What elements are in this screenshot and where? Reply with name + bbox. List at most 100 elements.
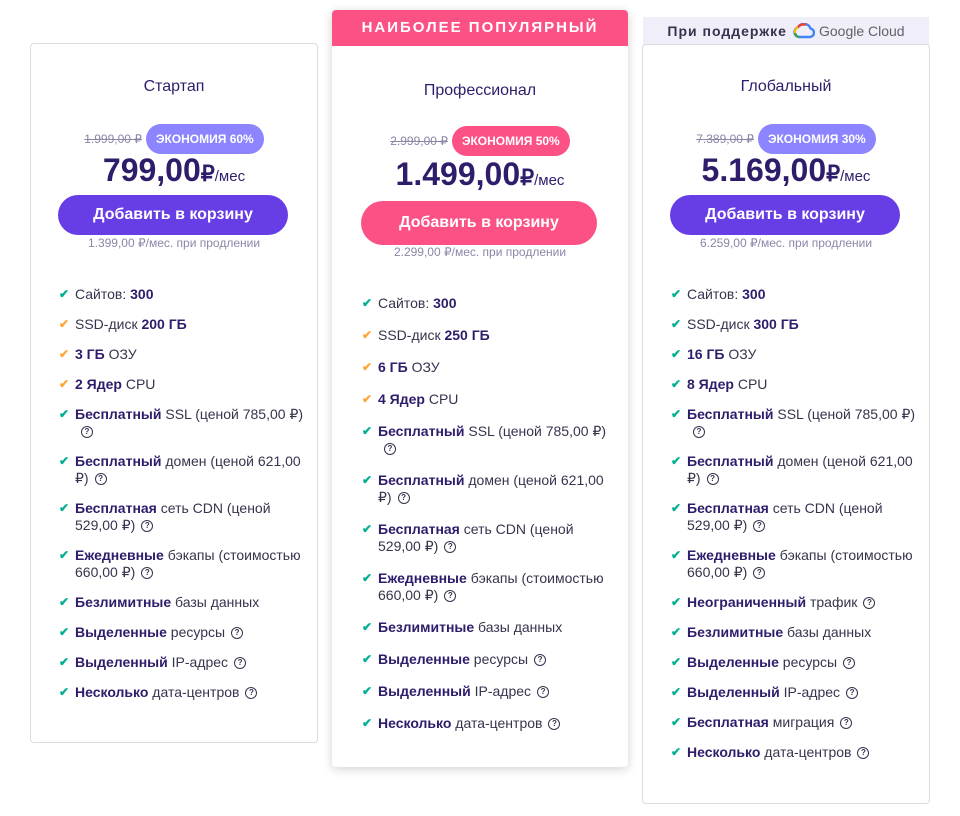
feature-item: ✔ Выделенный IP-адрес? xyxy=(362,683,612,700)
feature-text: базы данных xyxy=(171,594,260,610)
renewal-price: 2.299,00 ₽/мес. при продлении xyxy=(393,245,567,259)
check-icon: ✔ xyxy=(59,407,70,421)
feature-item: ✔ Безлимитные базы данных xyxy=(362,619,612,636)
feature-text: Сайтов: xyxy=(378,295,434,311)
plan-card-startup: Стартап 1.999,00 ₽ ЭКОНОМИЯ 60% 799,00₽/… xyxy=(30,43,318,743)
help-icon[interactable]: ? xyxy=(548,718,561,731)
check-icon: ✔ xyxy=(362,620,373,634)
check-icon: ✔ xyxy=(671,685,682,699)
feature-item: ✔ Бесплатный SSL (ценой 785,00 ₽)? xyxy=(59,406,304,440)
price: 5.169,00₽/мес xyxy=(643,152,929,189)
feature-item: ✔ Выделенный IP-адрес? xyxy=(671,684,916,701)
check-icon: ✔ xyxy=(59,287,70,301)
add-to-cart-button[interactable]: Добавить в корзину xyxy=(58,195,288,235)
help-icon[interactable]: ? xyxy=(863,597,876,610)
plan-card-professional: НАИБОЛЕЕ ПОПУЛЯРНЫЙ Профессионал 2.999,0… xyxy=(332,10,628,767)
check-icon: ✔ xyxy=(362,360,373,374)
feature-highlight: 300 xyxy=(742,286,766,302)
help-icon[interactable]: ? xyxy=(846,687,859,700)
feature-highlight: Выделенные xyxy=(687,654,779,670)
check-icon: ✔ xyxy=(671,655,682,669)
feature-text: трафик xyxy=(806,594,858,610)
feature-item: ✔ Сайтов: 300 xyxy=(671,286,916,303)
feature-item: ✔ Бесплатный домен (ценой 621,00 ₽)? xyxy=(362,472,612,506)
feature-text: IP-адрес xyxy=(779,684,841,700)
plan-name: Глобальный xyxy=(740,78,832,95)
discount-badge: ЭКОНОМИЯ 30% xyxy=(757,124,876,154)
feature-item: ✔ SSD-диск 250 ГБ xyxy=(362,327,612,344)
check-icon: ✔ xyxy=(671,625,682,639)
feature-text: CPU xyxy=(121,376,156,392)
renewal-price: 1.399,00 ₽/мес. при продлении xyxy=(87,236,261,250)
most-popular-banner: НАИБОЛЕЕ ПОПУЛЯРНЫЙ xyxy=(332,10,628,46)
help-icon[interactable]: ? xyxy=(234,657,247,670)
help-icon[interactable]: ? xyxy=(245,687,258,700)
old-price-row: 2.999,00 ₽ ЭКОНОМИЯ 50% xyxy=(332,126,628,156)
check-icon: ✔ xyxy=(671,745,682,759)
feature-text: дата-центров xyxy=(760,744,852,760)
feature-item: ✔ Несколько дата-центров? xyxy=(59,684,304,701)
help-icon[interactable]: ? xyxy=(753,567,766,580)
help-icon[interactable]: ? xyxy=(534,654,547,667)
help-icon[interactable]: ? xyxy=(444,541,457,554)
feature-highlight: Бесплатный xyxy=(75,453,162,469)
help-icon[interactable]: ? xyxy=(840,717,853,730)
feature-highlight: Выделенные xyxy=(378,651,470,667)
help-icon[interactable]: ? xyxy=(141,567,154,580)
help-icon[interactable]: ? xyxy=(231,627,244,640)
feature-item: ✔ Бесплатная сеть CDN (ценой 529,00 ₽)? xyxy=(362,521,612,555)
feature-highlight: Ежедневные xyxy=(378,570,467,586)
feature-text: CPU xyxy=(424,391,459,407)
google-cloud-logo: Google Cloud xyxy=(793,23,905,39)
feature-list: ✔ Сайтов: 300 ✔ SSD-диск 250 ГБ ✔ 6 ГБ ОЗУ ✔ 4 … xyxy=(362,295,612,747)
feature-item: ✔ Безлимитные базы данных xyxy=(59,594,304,611)
feature-highlight: Бесплатная xyxy=(378,521,460,537)
feature-highlight: 300 ГБ xyxy=(753,316,799,332)
feature-item: ✔ Ежедневные бэкапы (стоимостью 660,00 ₽)… xyxy=(671,547,916,581)
feature-text: дата-центров xyxy=(451,715,543,731)
feature-item: ✔ SSD-диск 300 ГБ xyxy=(671,316,916,333)
feature-item: ✔ SSD-диск 200 ГБ xyxy=(59,316,304,333)
feature-highlight: 6 ГБ xyxy=(378,359,408,375)
help-icon[interactable]: ? xyxy=(141,520,154,533)
help-icon[interactable]: ? xyxy=(397,492,410,505)
feature-highlight: Несколько xyxy=(378,715,452,731)
help-icon[interactable]: ? xyxy=(857,747,870,760)
help-icon[interactable]: ? xyxy=(94,473,107,486)
powered-by-banner: При поддержке Google Cloud xyxy=(643,17,929,45)
feature-list: ✔ Сайтов: 300 ✔ SSD-диск 200 ГБ ✔ 3 ГБ ОЗУ ✔ 2 … xyxy=(59,286,304,714)
help-icon[interactable]: ? xyxy=(384,443,396,456)
feature-text: ОЗУ xyxy=(724,346,757,362)
check-icon: ✔ xyxy=(59,317,70,331)
help-icon[interactable]: ? xyxy=(843,657,856,670)
feature-item: ✔ Выделенные ресурсы? xyxy=(59,624,304,641)
check-icon: ✔ xyxy=(59,548,70,562)
feature-text: SSL (ценой 785,00 ₽) xyxy=(773,406,916,422)
feature-highlight: Бесплатный xyxy=(378,423,465,439)
feature-text: SSD-диск xyxy=(378,327,445,343)
discount-badge: ЭКОНОМИЯ 50% xyxy=(451,126,570,156)
add-to-cart-button[interactable]: Добавить в корзину xyxy=(361,201,597,245)
help-icon[interactable]: ? xyxy=(753,520,766,533)
old-price: 2.999,00 ₽ xyxy=(390,134,448,148)
help-icon[interactable]: ? xyxy=(706,473,719,486)
feature-text: ресурсы xyxy=(778,654,838,670)
price-amount: 5.169,00 xyxy=(701,152,827,188)
help-icon[interactable]: ? xyxy=(444,590,457,603)
add-to-cart-button[interactable]: Добавить в корзину xyxy=(670,195,900,235)
feature-item: ✔ Неограниченный трафик? xyxy=(671,594,916,611)
price-unit: /мес xyxy=(840,168,871,185)
price-unit: /мес xyxy=(214,168,246,185)
feature-highlight: Ежедневные xyxy=(687,547,776,563)
check-icon: ✔ xyxy=(362,328,373,342)
help-icon[interactable]: ? xyxy=(537,686,550,699)
help-icon[interactable]: ? xyxy=(81,426,93,439)
feature-item: ✔ Бесплатный SSL (ценой 785,00 ₽)? xyxy=(671,406,916,440)
check-icon: ✔ xyxy=(59,625,70,639)
check-icon: ✔ xyxy=(59,655,70,669)
feature-item: ✔ 2 Ядер CPU xyxy=(59,376,304,393)
help-icon[interactable]: ? xyxy=(693,426,705,439)
feature-item: ✔ Ежедневные бэкапы (стоимостью 660,00 ₽)… xyxy=(59,547,304,581)
feature-highlight: Безлимитные xyxy=(378,619,475,635)
check-icon: ✔ xyxy=(671,407,682,421)
